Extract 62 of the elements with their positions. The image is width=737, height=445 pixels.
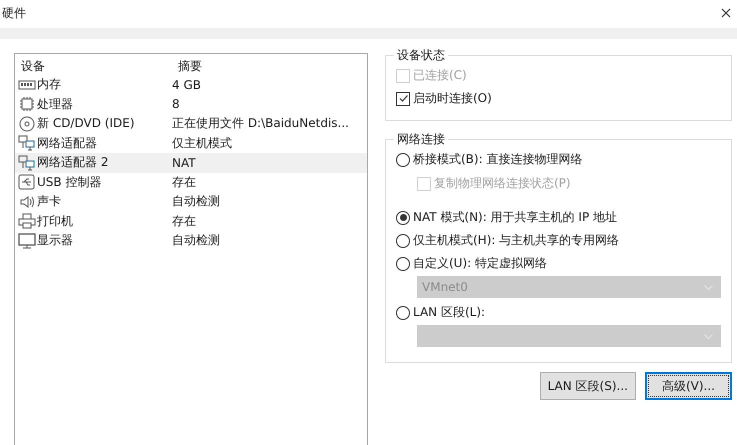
network-icon [18, 135, 36, 152]
column-header[interactable]: 摘要 [172, 58, 367, 74]
radio-label: 自定义(U): 特定虚拟网络 [413, 255, 548, 272]
radio-label: 桥接模式(B): 直接连接物理网络 [413, 151, 582, 168]
device-summary: 正在使用文件 D:\BaiduNetdis... [172, 115, 350, 132]
dialog-button[interactable]: 高级(V)... [644, 372, 732, 400]
device-summary: NAT [172, 156, 197, 170]
radio-label: NAT 模式(N): 用于共享主机的 IP 地址 [413, 209, 617, 226]
device-row[interactable]: 显示器 自动检测 [15, 231, 367, 250]
radio-button[interactable] [396, 256, 410, 270]
dialog-button[interactable]: LAN 区段(S)... [540, 372, 636, 400]
check-icon [398, 93, 408, 104]
device-name: 处理器 [37, 96, 73, 113]
device-name: USB 控制器 [37, 174, 102, 191]
checkbox-label: 启动时连接(O) [413, 90, 492, 107]
window-title: 硬件 [2, 4, 26, 22]
printer-icon [18, 213, 36, 230]
chip-icon [18, 96, 36, 112]
radio-button[interactable] [396, 152, 410, 166]
device-row[interactable]: USB 控制器 存在 [15, 172, 367, 192]
radio-dot [400, 214, 406, 221]
usb-icon [18, 174, 36, 190]
checkbox-label: 已连接(C) [413, 67, 467, 84]
radio-button[interactable] [396, 234, 410, 248]
device-row[interactable]: 网络适配器 2 NAT [15, 153, 367, 172]
device-name: 内存 [37, 76, 61, 94]
group-title: 网络连接 [396, 131, 446, 148]
device-row[interactable]: 打印机 存在 [15, 212, 367, 231]
device-row[interactable]: 内存 4 GB [15, 75, 367, 94]
checkbox-label: 复制物理网络连接状态(P) [434, 175, 571, 192]
radio-label: 仅主机模式(H): 与主机共享的专用网络 [413, 232, 620, 249]
chevron-icon [704, 284, 713, 290]
device-name: 新 CD/DVD (IDE) [37, 115, 134, 132]
radio-button[interactable] [396, 306, 410, 320]
network-icon [18, 154, 36, 171]
device-row[interactable]: 新 CD/DVD (IDE) 正在使用文件 D:\BaiduNetdis... [15, 114, 367, 134]
close-icon[interactable] [721, 8, 731, 18]
device-summary: 自动检测 [172, 193, 221, 210]
group-title: 设备状态 [396, 47, 446, 64]
device-row[interactable]: 声卡 自动检测 [15, 192, 367, 212]
device-summary: 存在 [172, 212, 197, 230]
device-row[interactable]: 网络适配器 仅主机模式 [15, 134, 367, 153]
device-name: 网络适配器 [37, 134, 97, 152]
dropdown-value: VMnet0 [422, 280, 468, 294]
device-row[interactable]: 处理器 8 [15, 94, 367, 114]
device-summary: 自动检测 [172, 232, 221, 250]
chevron-icon [704, 334, 713, 338]
device-name: 声卡 [37, 193, 61, 210]
device-name: 网络适配器 2 [37, 154, 108, 172]
device-name: 显示器 [37, 232, 73, 250]
monitor-icon [18, 232, 36, 249]
device-summary: 仅主机模式 [172, 134, 233, 152]
radio-button[interactable] [396, 210, 410, 224]
device-summary: 存在 [172, 174, 197, 191]
device-summary: 4 GB [172, 78, 202, 92]
device-summary: 8 [172, 97, 181, 112]
device-name: 打印机 [37, 212, 73, 230]
radio-label: LAN 区段(L): [413, 304, 486, 321]
column-header[interactable]: 设备 [15, 58, 172, 74]
checkbox[interactable] [396, 92, 410, 106]
disc-icon [18, 116, 36, 132]
speaker-icon [18, 194, 36, 210]
